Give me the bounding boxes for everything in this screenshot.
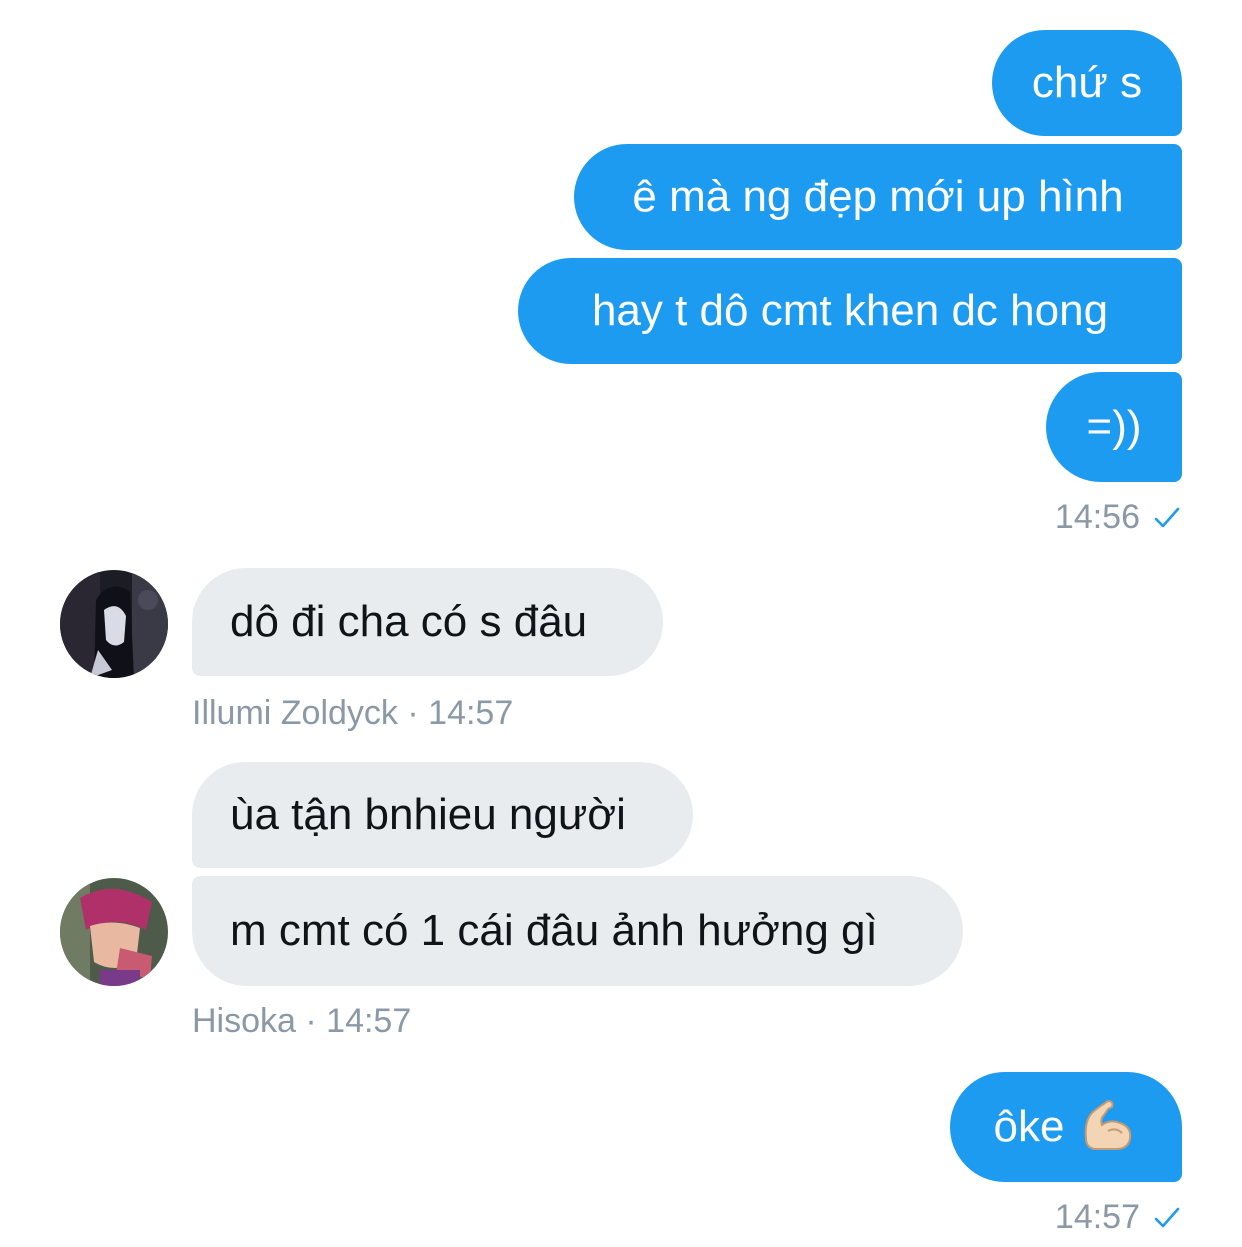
message-time: 14:57 (428, 694, 514, 732)
read-check-icon (1154, 1207, 1180, 1227)
message-time: 14:57 (326, 1002, 412, 1040)
flexed-biceps-emoji-icon (1085, 1099, 1132, 1150)
avatar-illumi[interactable] (60, 570, 168, 678)
illumi-avatar-icon (60, 570, 168, 678)
incoming-message[interactable]: dô đi cha có s đâu (192, 568, 663, 676)
sender-name: Hisoka (192, 1002, 296, 1040)
meta-separator: · (407, 694, 419, 732)
message-text: chứ s (1031, 58, 1143, 107)
message-meta: 14:56 (1055, 498, 1182, 537)
message-time: 14:56 (1054, 498, 1140, 536)
message-meta: Illumi Zoldyck · 14:57 (192, 694, 513, 733)
incoming-message[interactable]: m cmt có 1 cái đâu ảnh hưởng gì (192, 876, 963, 986)
message-text: ùa tận bnhieu người (230, 790, 626, 839)
outgoing-message[interactable]: ê mà ng đẹp mới up hình (574, 144, 1182, 250)
incoming-message[interactable]: ùa tận bnhieu người (192, 762, 693, 868)
message-text: hay t dô cmt khen dc hong (591, 286, 1109, 335)
message-meta: 14:57 (1055, 1198, 1182, 1237)
meta-separator: · (305, 1002, 317, 1040)
read-check-icon (1154, 507, 1180, 527)
message-meta: Hisoka · 14:57 (192, 1002, 411, 1041)
sender-name: Illumi Zoldyck (192, 694, 398, 732)
outgoing-message[interactable]: =)) (1046, 372, 1182, 482)
avatar-hisoka[interactable] (60, 878, 168, 986)
outgoing-message[interactable]: chứ s (992, 30, 1182, 136)
message-text: dô đi cha có s đâu (230, 597, 588, 646)
hisoka-avatar-icon (60, 878, 168, 986)
outgoing-message[interactable]: hay t dô cmt khen dc hong (518, 258, 1182, 364)
message-text: ê mà ng đẹp mới up hình (632, 172, 1124, 221)
message-text: ôke (993, 1102, 1065, 1151)
message-time: 14:57 (1054, 1198, 1140, 1236)
message-text: =)) (1086, 402, 1142, 451)
outgoing-message[interactable]: ôke (950, 1072, 1182, 1182)
message-text: m cmt có 1 cái đâu ảnh hưởng gì (230, 906, 878, 955)
